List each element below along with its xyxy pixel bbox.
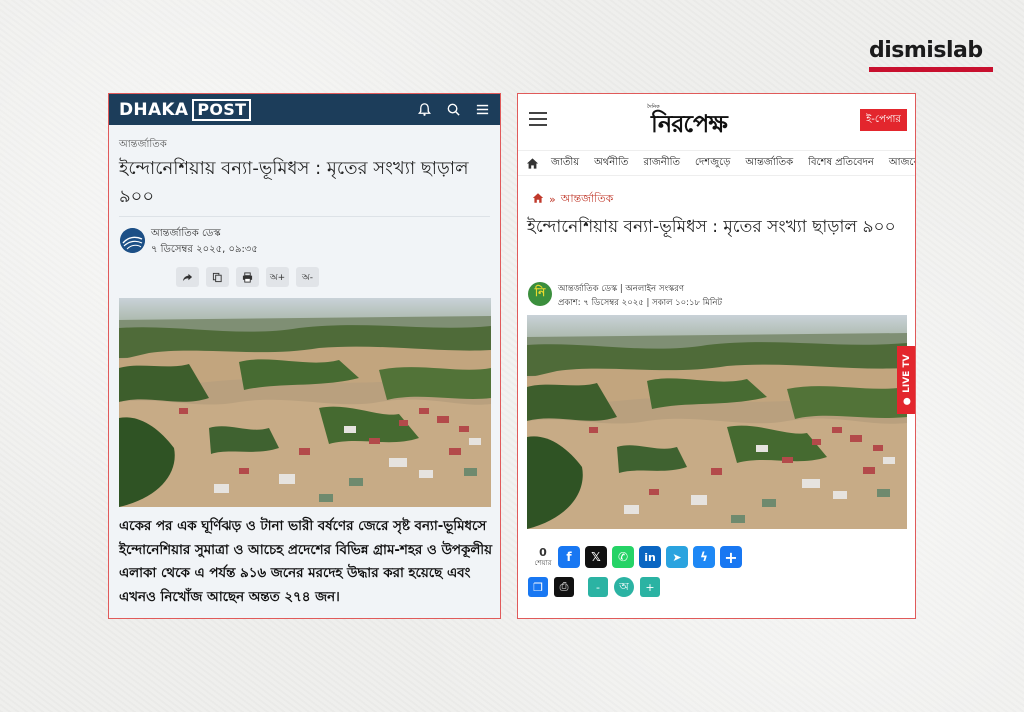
author-avatar: নি [528, 282, 552, 306]
home-icon[interactable] [526, 154, 539, 172]
dhaka-post-screenshot: DHAKA POST আন্তর্জাতিক ইন্দোনেশিয়ায় বন… [108, 93, 501, 619]
font-increase-icon[interactable]: অ+ [266, 267, 289, 287]
bell-icon[interactable] [417, 102, 432, 117]
hamburger-menu-icon[interactable] [529, 112, 547, 130]
site-header: DHAKA POST [109, 94, 500, 125]
brand-logo: dismislab [869, 38, 995, 72]
nav-item-countrywide[interactable]: দেশজুড়ে [695, 155, 730, 172]
nav-item-special-report[interactable]: বিশেষ প্রতিবেদন [808, 155, 874, 172]
live-tv-tab[interactable]: ● LIVE TV [897, 346, 915, 414]
facebook-icon[interactable]: f [558, 546, 580, 568]
whatsapp-icon[interactable]: ✆ [612, 546, 634, 568]
publish-date: ৭ ডিসেম্বর ২০২৫, ০৯:৩৫ [151, 244, 258, 255]
article-toolbar: অ+ অ- [176, 267, 319, 287]
share-bar: 0 শেয়ার f 𝕏 ✆ in ➤ ϟ + [530, 546, 747, 568]
niropekkho-screenshot: দৈনিক নিরপেক্ষ ই-পেপার জাতীয় অর্থনীতি র… [517, 93, 916, 619]
share-count: 0 শেয়ার [530, 545, 556, 568]
flood-aerial-photo [527, 315, 907, 529]
logo-text: নিরপেক্ষ [651, 109, 728, 138]
telegram-icon[interactable]: ➤ [666, 546, 688, 568]
publish-date: প্রকাশ: ৭ ডিসেম্বর ২০২৫ | সকাল ১০:১৮ মিন… [558, 298, 723, 308]
article-tools: ❐ ⎙ - অ + [528, 577, 660, 597]
breadcrumb-separator: » [549, 193, 556, 206]
article-title: ইন্দোনেশিয়ায় বন্যা-ভূমিধস : মৃতের সংখ্… [527, 217, 896, 237]
author-avatar [120, 228, 145, 253]
breadcrumb-category[interactable]: আন্তর্জাতিক [561, 190, 614, 209]
site-logo[interactable]: DHAKA POST [119, 98, 252, 121]
logo-word-2: POST [192, 98, 252, 121]
brand-name: dismislab [869, 38, 983, 63]
nav-item-international[interactable]: আন্তর্জাতিক [745, 155, 793, 172]
font-increase-icon[interactable]: + [640, 577, 660, 597]
more-share-icon[interactable]: + [720, 546, 742, 568]
font-reset-icon[interactable]: অ [614, 577, 634, 597]
share-count-label: শেয়ার [534, 558, 552, 567]
breadcrumb: » আন্তর্জাতিক [532, 190, 613, 209]
main-navigation: জাতীয় অর্থনীতি রাজনীতি দেশজুড়ে আন্তর্জ… [518, 150, 915, 176]
article-lead: একের পর এক ঘূর্ণিঝড় ও টানা ভারী বর্ষণের… [119, 519, 493, 605]
logo-small-text: দৈনিক [647, 104, 660, 110]
article-title: ইন্দোনেশিয়ায় বন্যা-ভূমিধস : মৃতের সংখ্… [119, 158, 469, 207]
share-count-value: 0 [539, 545, 547, 559]
site-logo[interactable]: দৈনিক নিরপেক্ষ [647, 104, 728, 146]
nav-item-national[interactable]: জাতীয় [551, 155, 579, 172]
print-icon[interactable] [236, 267, 259, 287]
share-icon[interactable] [176, 267, 199, 287]
print-icon[interactable]: ⎙ [554, 577, 574, 597]
x-icon[interactable]: 𝕏 [585, 546, 607, 568]
font-decrease-icon[interactable]: অ- [296, 267, 319, 287]
search-icon[interactable] [446, 102, 461, 117]
logo-word-1: DHAKA [119, 99, 189, 120]
flood-aerial-photo [119, 298, 491, 507]
author-name[interactable]: আন্তর্জাতিক ডেস্ক | অনলাইন সংস্করণ [558, 282, 684, 296]
brand-underline [869, 67, 993, 72]
nav-item-economy[interactable]: অর্থনীতি [594, 155, 628, 172]
category-label[interactable]: আন্তর্জাতিক [119, 137, 167, 154]
nav-item-politics[interactable]: রাজনীতি [643, 155, 680, 172]
menu-icon[interactable] [475, 102, 490, 117]
epaper-button[interactable]: ই-পেপার [860, 109, 907, 131]
copy-icon[interactable] [206, 267, 229, 287]
copy-icon[interactable]: ❐ [528, 577, 548, 597]
author-name[interactable]: আন্তর্জাতিক ডেস্ক [151, 226, 221, 243]
home-icon[interactable] [532, 192, 544, 207]
nav-item-today[interactable]: আজকে [889, 155, 915, 172]
divider [119, 216, 490, 217]
font-decrease-icon[interactable]: - [588, 577, 608, 597]
messenger-icon[interactable]: ϟ [693, 546, 715, 568]
linkedin-icon[interactable]: in [639, 546, 661, 568]
